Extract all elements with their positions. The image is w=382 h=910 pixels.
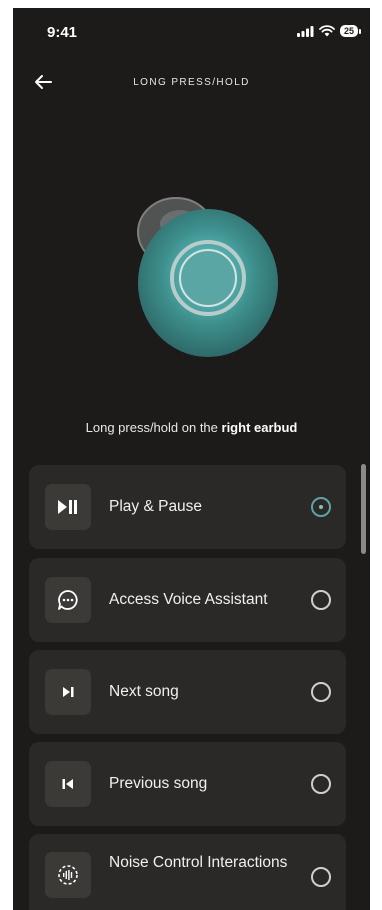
battery-indicator: 25 xyxy=(339,25,362,37)
earbud-illustration xyxy=(137,197,278,357)
option-radio[interactable] xyxy=(311,682,331,702)
status-icons: 25 xyxy=(296,25,362,37)
option-voice-assistant[interactable]: Access Voice Assistant xyxy=(29,558,346,642)
option-play-pause[interactable]: Play & Pause xyxy=(29,465,346,549)
instruction-text: Long press/hold on the right earbud xyxy=(85,420,298,435)
scrollbar-thumb[interactable] xyxy=(361,464,366,554)
signal-icon xyxy=(296,25,314,37)
page-title: LONG PRESS/HOLD xyxy=(133,77,250,88)
play-pause-icon xyxy=(45,484,91,530)
status-time: 9:41 xyxy=(47,24,78,41)
option-label: Next song xyxy=(109,683,179,700)
option-label: Access Voice Assistant xyxy=(109,591,268,608)
app-screen: 9:41 25 LONG PRESS/HOLD Long press/hold … xyxy=(13,8,370,910)
option-noise-control[interactable]: Noise Control Interactions xyxy=(29,834,346,910)
option-label: Noise Control Interactions xyxy=(109,854,288,871)
status-bar: 9:41 25 xyxy=(13,8,370,60)
next-track-icon xyxy=(45,669,91,715)
instruction-earbud: right earbud xyxy=(221,420,298,435)
option-radio[interactable] xyxy=(311,590,331,610)
option-label: Previous song xyxy=(109,775,208,792)
option-radio[interactable] xyxy=(311,867,331,887)
noise-control-icon xyxy=(45,852,91,898)
wifi-icon xyxy=(319,25,335,37)
page-header: LONG PRESS/HOLD xyxy=(13,70,370,100)
option-next-song[interactable]: Next song xyxy=(29,650,346,734)
previous-track-icon xyxy=(45,761,91,807)
option-radio[interactable] xyxy=(311,774,331,794)
option-radio-selected[interactable] xyxy=(311,497,331,517)
voice-assistant-icon xyxy=(45,577,91,623)
option-previous-song[interactable]: Previous song xyxy=(29,742,346,826)
option-label: Play & Pause xyxy=(109,498,203,515)
